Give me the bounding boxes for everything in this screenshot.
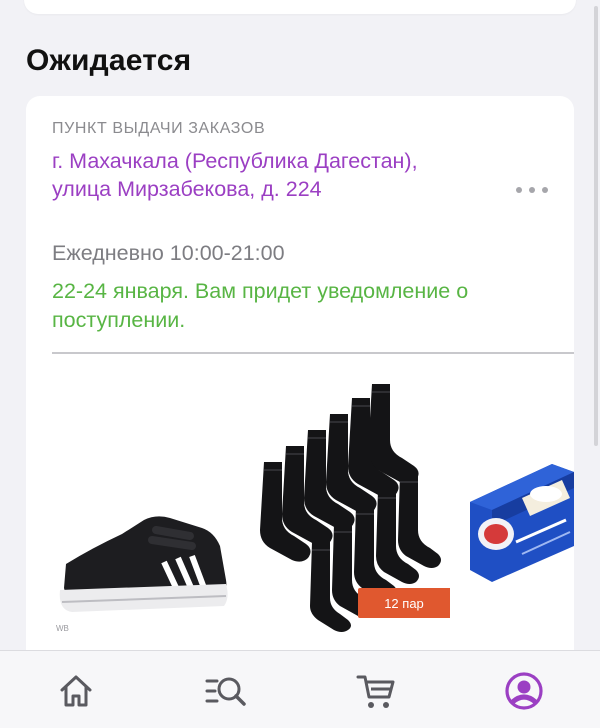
- cart-icon: [356, 675, 395, 708]
- pairs-badge-text: 12 пар: [384, 595, 424, 611]
- more-horizontal-icon: [542, 187, 548, 193]
- catalog-search-icon: [205, 677, 246, 706]
- pairs-badge-box: 12 пар: [358, 588, 450, 618]
- product-sneakers[interactable]: WB: [52, 506, 238, 636]
- brand-mark: WB: [56, 624, 69, 633]
- pickup-hours: Ежедневно 10:00-21:00: [52, 241, 285, 265]
- tab-profile[interactable]: [500, 667, 548, 715]
- tab-cart[interactable]: [352, 667, 400, 715]
- previous-card: [24, 0, 576, 14]
- delivery-note: 22-24 января. Вам придет уведомление о п…: [52, 279, 469, 332]
- bottom-tab-bar: [0, 650, 600, 728]
- more-options-button[interactable]: [512, 176, 552, 204]
- tab-home[interactable]: [52, 667, 100, 715]
- product-socks[interactable]: 12 пар: [254, 378, 450, 636]
- candy-box-image: [470, 464, 574, 582]
- pickup-label: ПУНКТ ВЫДАЧИ ЗАКАЗОВ: [52, 120, 266, 137]
- product-candy-box[interactable]: [466, 458, 574, 584]
- more-horizontal-icon: [516, 187, 522, 193]
- tab-catalog[interactable]: [201, 667, 249, 715]
- scroll-indicator[interactable]: [594, 6, 598, 446]
- divider: [52, 352, 574, 354]
- home-icon: [60, 675, 92, 707]
- pickup-address[interactable]: г. Махачкала (Республика Дагестан), улиц…: [52, 147, 472, 203]
- order-card[interactable]: ПУНКТ ВЫДАЧИ ЗАКАЗОВ г. Махачкала (Респу…: [26, 96, 574, 716]
- orders-screen: Ожидается ПУНКТ ВЫДАЧИ ЗАКАЗОВ г. Махачк…: [0, 0, 600, 728]
- section-title: Ожидается: [26, 44, 192, 77]
- more-horizontal-icon: [529, 187, 535, 193]
- sneakers-image: [59, 516, 228, 612]
- profile-icon: [505, 672, 543, 710]
